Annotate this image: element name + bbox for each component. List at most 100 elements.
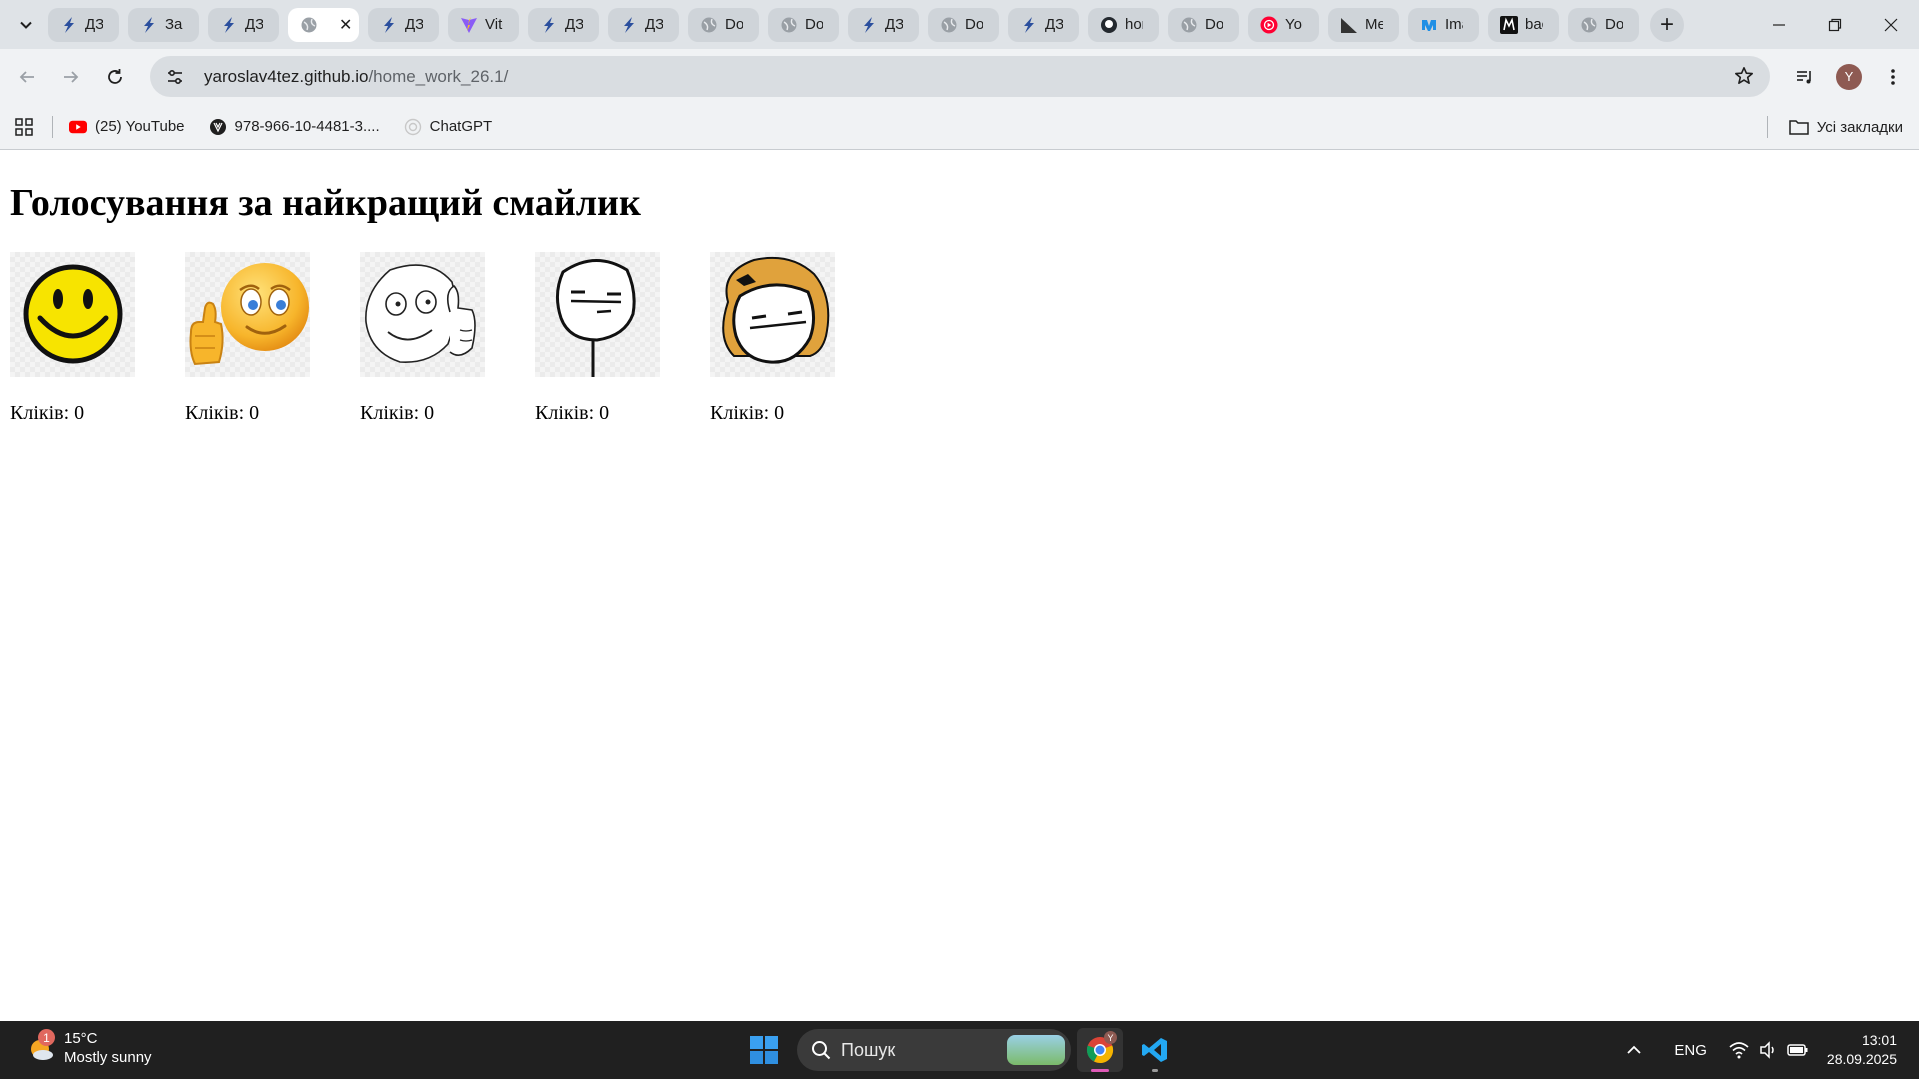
tab-2[interactable]: ДЗ [208,7,279,42]
tab-title: Doc [1205,16,1223,33]
menu-button[interactable] [1871,67,1915,87]
bookmark-chatgpt[interactable]: ChatGPT [404,118,492,136]
clock[interactable]: 13:01 28.09.2025 [1827,1031,1897,1069]
language-indicator[interactable]: ENG [1674,1042,1707,1059]
vscode-icon [1142,1038,1167,1062]
book-icon [209,118,227,136]
browser-toolbar: yaroslav4tez.github.io/home_work_26.1/ Y [0,49,1919,104]
network-volume-battery[interactable] [1729,1041,1809,1059]
azure-devops-icon [1020,16,1038,34]
show-hidden-icons-button[interactable] [1626,1042,1642,1058]
tab-8[interactable]: Doc [688,7,759,42]
tab-title: Doc [725,16,743,33]
tab-3[interactable]: ✕ [288,7,359,42]
media-control-button[interactable] [1783,67,1827,87]
tab-0[interactable]: ДЗ [48,7,119,42]
restore-icon [1828,18,1842,31]
tab-title: bac [1525,16,1543,33]
weather-widget[interactable]: 1 15°C Mostly sunny [26,1029,152,1067]
poker-face-girl-meme-image[interactable] [710,252,835,377]
tab-7[interactable]: ДЗ [608,7,679,42]
apps-button[interactable] [13,116,35,138]
tab-6[interactable]: ДЗ [528,7,599,42]
temperature: 15°C [64,1030,98,1047]
tab-13[interactable]: hor [1088,7,1159,42]
close-window-button[interactable] [1863,0,1919,49]
click-counter: Кліків: 0 [360,402,435,424]
site-info-button[interactable] [160,68,190,86]
start-button[interactable] [749,1035,779,1065]
close-tab-icon[interactable]: ✕ [339,15,352,35]
profile-badge: Y [1104,1031,1117,1044]
globe-icon [1180,16,1198,34]
azure-devops-icon [860,16,878,34]
forward-button[interactable] [53,59,89,95]
weather-icon: 1 [26,1029,56,1063]
tab-17[interactable]: Ima [1408,7,1479,42]
tab-15[interactable]: You [1248,7,1319,42]
click-counter: Кліків: 0 [710,402,785,424]
tab-5[interactable]: Vite [448,7,519,42]
smiley-card: Кліків: 0 [10,252,135,425]
smiley-card: Кліків: 0 [360,252,485,425]
tab-12[interactable]: ДЗ [1008,7,1079,42]
tab-10[interactable]: ДЗ [848,7,919,42]
chevron-up-icon [1627,1045,1642,1054]
bookmarks-bar: (25) YouTube 978-966-10-4481-3.... ChatG… [0,104,1919,150]
taskbar-search[interactable]: Пошук [797,1029,1071,1071]
bookmark-youtube[interactable]: (25) YouTube [69,118,185,136]
azure-devops-icon [540,16,558,34]
rage-comic-thumbs-up-image[interactable] [360,252,485,377]
weather-badge: 1 [38,1029,55,1046]
tab-19[interactable]: Doc [1568,7,1639,42]
system-tray: ENG 13:01 28.09.2025 [1626,1021,1919,1079]
battery-icon [1787,1044,1808,1056]
active-indicator [1091,1069,1109,1072]
tab-18[interactable]: bac [1488,7,1559,42]
classic-yellow-smiley-image[interactable] [10,252,135,377]
bookmarks-right-separator [1767,116,1768,138]
chatgpt-icon [404,118,422,136]
tune-icon [168,69,182,84]
tab-9[interactable]: Doc [768,7,839,42]
time: 13:01 [1861,1032,1897,1048]
github-icon [1100,16,1118,34]
image-app-icon [1420,16,1438,34]
plus-icon: + [1659,10,1674,38]
bookmarks-separator [52,115,53,138]
search-highlight-image [1007,1035,1065,1065]
youtube-icon [69,118,87,136]
tab-1[interactable]: Зан [128,7,199,42]
minimize-button[interactable] [1751,0,1807,49]
thumbs-up-emoji-image[interactable] [185,252,310,377]
tab-4[interactable]: ДЗ [368,7,439,42]
vite-icon [460,16,478,34]
profile-button[interactable]: Y [1827,63,1871,90]
poker-face-meme-image[interactable] [535,252,660,377]
tab-16[interactable]: Me [1328,7,1399,42]
restore-button[interactable] [1807,0,1863,49]
reload-button[interactable] [97,59,133,95]
apps-grid-icon [15,117,33,136]
m-logo-icon [1500,15,1518,34]
back-button[interactable] [9,59,45,95]
tab-search-button[interactable] [9,8,43,42]
star-icon [1735,67,1753,84]
bookmark-star-button[interactable] [1734,66,1754,91]
address-bar[interactable]: yaroslav4tez.github.io/home_work_26.1/ [150,56,1770,97]
minimize-icon [1773,23,1785,26]
tab-title: ДЗ [85,16,103,33]
url-host: yaroslav4tez.github.io [204,66,369,86]
folder-icon [1788,120,1809,135]
tab-title: Vite [485,16,503,33]
url-text[interactable]: yaroslav4tez.github.io/home_work_26.1/ [204,67,508,87]
new-tab-button[interactable]: + [1650,7,1684,42]
page-content: Голосування за найкращий смайлик Кліків:… [0,151,1919,1021]
bookmark-book[interactable]: 978-966-10-4481-3.... [209,118,380,136]
chevron-down-icon [20,21,32,29]
tab-14[interactable]: Doc [1168,7,1239,42]
tab-11[interactable]: Doc [928,7,999,42]
taskbar-chrome[interactable]: Y [1077,1028,1123,1072]
all-bookmarks-button[interactable]: Усі закладки [1788,104,1903,150]
taskbar-vscode[interactable] [1132,1028,1178,1072]
